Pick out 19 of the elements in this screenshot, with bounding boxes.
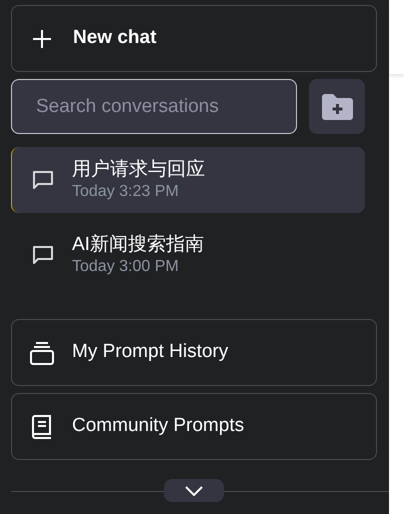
new-chat-button[interactable]: New chat xyxy=(11,5,377,72)
stack-icon xyxy=(30,340,54,364)
chat-bubble-icon xyxy=(32,170,54,190)
expand-button[interactable] xyxy=(164,479,224,502)
conversation-title: AI新闻搜索指南 xyxy=(72,233,204,257)
conversation-time: Today 3:00 PM xyxy=(72,257,180,277)
chat-bubble-icon xyxy=(32,244,54,266)
conversation-item[interactable]: AI新闻搜索指南 Today 3:00 PM xyxy=(11,222,365,288)
search-field[interactable]: Search conversations xyxy=(11,79,297,134)
sidebar-link[interactable]: Community Prompts xyxy=(11,393,377,460)
chevron-down-icon xyxy=(185,486,203,496)
folder-plus-icon xyxy=(322,94,352,120)
new-folder-button[interactable] xyxy=(309,79,365,134)
conversation-time: Today 3:23 PM xyxy=(72,182,180,202)
conversation-item[interactable]: 用户请求与回应 Today 3:23 PM xyxy=(11,147,365,213)
conversation-title: 用户请求与回应 xyxy=(72,158,205,182)
book-icon xyxy=(30,414,54,438)
plus-icon xyxy=(32,28,52,48)
sidebar-link[interactable]: My Prompt History xyxy=(11,319,377,386)
